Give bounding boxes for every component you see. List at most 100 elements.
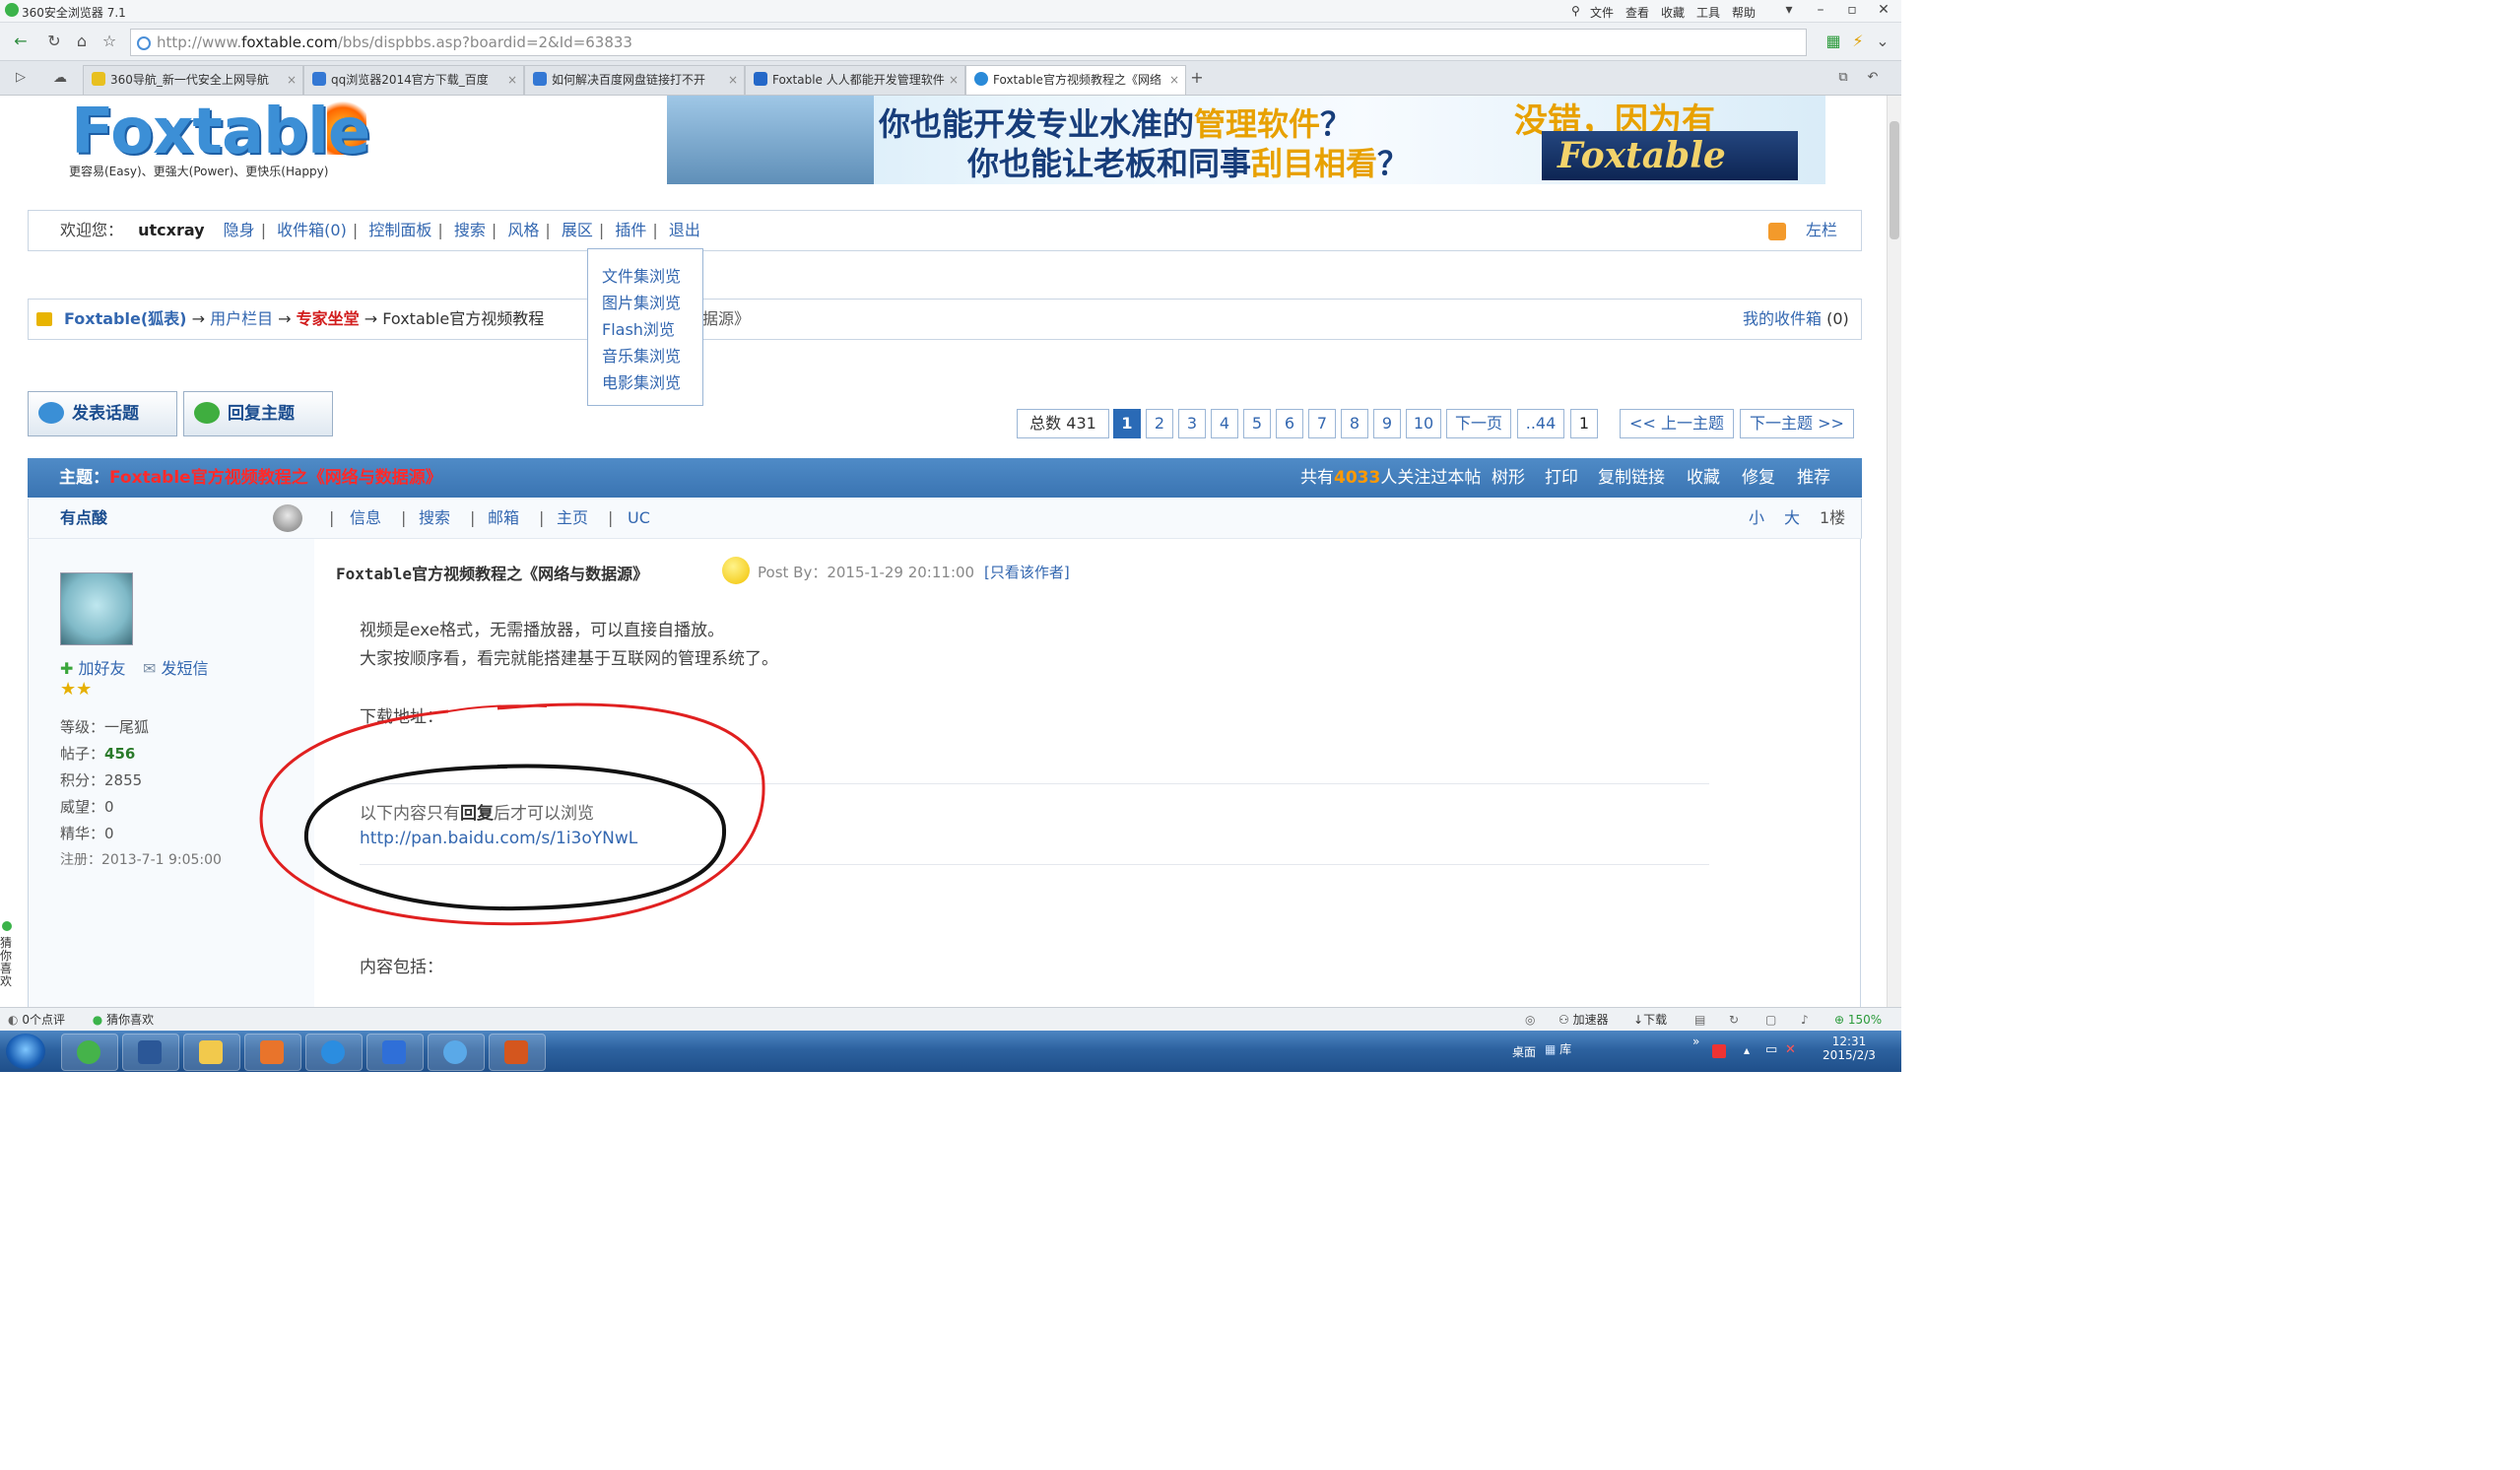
- skin-icon[interactable]: ▾: [1773, 0, 1805, 22]
- action-tree[interactable]: 树形: [1492, 458, 1525, 498]
- menu-file[interactable]: 文件: [1590, 4, 1614, 21]
- window-icon[interactable]: ▢: [1765, 1008, 1776, 1032]
- cloud-icon[interactable]: ☁: [49, 67, 71, 89]
- link-style[interactable]: 风格: [507, 221, 539, 239]
- page-4[interactable]: 4: [1211, 409, 1238, 438]
- breadcrumb-home[interactable]: Foxtable(狐表): [64, 309, 186, 328]
- action-repair[interactable]: 修复: [1742, 458, 1775, 498]
- author-homepage-link[interactable]: 主页: [557, 499, 588, 538]
- dropdown-flash[interactable]: Flash浏览: [602, 316, 675, 340]
- sidebar-toggle-icon[interactable]: ▷: [10, 67, 32, 89]
- tab-close-icon[interactable]: ×: [1169, 66, 1179, 94]
- zoom-level[interactable]: ⊕ 150%: [1834, 1008, 1882, 1032]
- reply-topic-button[interactable]: 回复主题: [183, 391, 333, 436]
- sound-icon[interactable]: ♪: [1801, 1008, 1809, 1032]
- send-message-link[interactable]: ✉ 发短信: [143, 655, 209, 679]
- dropdown-music[interactable]: 音乐集浏览: [602, 343, 681, 367]
- ad-banner[interactable]: 你也能开发专业水准的管理软件？ 你也能让老板和同事刮目相看？ 没错，因为有 Fo…: [667, 96, 1825, 184]
- foxtable-logo[interactable]: Foxtable 更容易(Easy)、更强大(Power)、更快乐(Happy): [61, 96, 372, 184]
- link-showcase[interactable]: 展区: [562, 221, 593, 239]
- tab-baidu-pan[interactable]: 如何解决百度网盘链接打不开 ×: [524, 65, 745, 95]
- author-info-link[interactable]: 信息: [350, 499, 381, 538]
- my-inbox[interactable]: 我的收件箱 (0): [1743, 300, 1849, 339]
- new-tab-icon[interactable]: +: [1186, 67, 1208, 89]
- link-logout[interactable]: 退出: [669, 221, 700, 239]
- menu-view[interactable]: 查看: [1625, 4, 1649, 21]
- taskbar-360-browser[interactable]: [61, 1034, 118, 1071]
- star-icon[interactable]: ☆: [99, 31, 120, 52]
- breadcrumb-expert-forum[interactable]: 专家坐堂: [297, 309, 360, 328]
- tray-s-icon[interactable]: [1712, 1044, 1726, 1058]
- scrollbar-thumb[interactable]: [1890, 121, 1899, 239]
- link-plugins[interactable]: 插件: [615, 221, 646, 239]
- menu-help[interactable]: 帮助: [1732, 4, 1756, 21]
- taskbar-qq-browser[interactable]: [305, 1034, 363, 1071]
- close-window-button[interactable]: ✕: [1868, 0, 1899, 22]
- link-invisible[interactable]: 隐身: [224, 221, 255, 239]
- url-dropdown-icon[interactable]: ⌄: [1872, 31, 1893, 52]
- minimize-button[interactable]: –: [1805, 0, 1836, 22]
- tab-close-icon[interactable]: ×: [728, 66, 738, 94]
- compat-mode-icon[interactable]: ▦: [1823, 31, 1844, 52]
- page-6[interactable]: 6: [1276, 409, 1303, 438]
- tab-close-icon[interactable]: ×: [287, 66, 297, 94]
- add-friend-link[interactable]: ✚ 加好友: [60, 655, 126, 679]
- link-inbox[interactable]: 收件箱(0): [277, 221, 347, 239]
- vertical-scrollbar[interactable]: [1887, 96, 1901, 1007]
- tab-foxtable-video[interactable]: Foxtable官方视频教程之《网络 ×: [965, 65, 1186, 95]
- new-topic-button[interactable]: 发表话题: [28, 391, 177, 436]
- taskbar-baidu[interactable]: [366, 1034, 424, 1071]
- author-search-link[interactable]: 搜索: [419, 499, 450, 538]
- prev-topic-button[interactable]: << 上一主题: [1620, 409, 1734, 438]
- dropdown-movies[interactable]: 电影集浏览: [602, 369, 681, 393]
- link-search[interactable]: 搜索: [454, 221, 486, 239]
- tab-foxtable-home[interactable]: Foxtable 人人都能开发管理软件 ×: [745, 65, 965, 95]
- library-toolbar[interactable]: ▦ 库: [1545, 1040, 1571, 1057]
- page-3[interactable]: 3: [1178, 409, 1206, 438]
- menu-tools[interactable]: 工具: [1696, 4, 1720, 21]
- undo-close-icon[interactable]: ↶: [1862, 67, 1884, 89]
- author-mail-link[interactable]: 邮箱: [488, 499, 519, 538]
- guess-you-like-status[interactable]: 猜你喜欢: [106, 1013, 154, 1027]
- translate-icon[interactable]: ▤: [1694, 1008, 1705, 1032]
- page-10[interactable]: 10: [1406, 409, 1441, 438]
- page-5[interactable]: 5: [1243, 409, 1271, 438]
- page-8[interactable]: 8: [1341, 409, 1368, 438]
- accelerator-button[interactable]: ⚇ 加速器: [1558, 1008, 1609, 1032]
- page-jump-input[interactable]: 1: [1570, 409, 1598, 438]
- taskbar-word[interactable]: [122, 1034, 179, 1071]
- tab-close-icon[interactable]: ×: [949, 66, 959, 94]
- tab-qq-browser[interactable]: qq浏览器2014官方下载_百度 ×: [303, 65, 524, 95]
- rss-icon[interactable]: [1768, 223, 1786, 240]
- taskbar-foxtable[interactable]: [244, 1034, 301, 1071]
- home-icon[interactable]: ⌂: [71, 31, 93, 52]
- taskbar-cloud[interactable]: [428, 1034, 485, 1071]
- taskbar-foxtable-2[interactable]: [489, 1034, 546, 1071]
- action-recommend[interactable]: 推荐: [1797, 458, 1830, 498]
- page-2[interactable]: 2: [1146, 409, 1173, 438]
- start-button[interactable]: [6, 1034, 45, 1069]
- only-author-link[interactable]: [只看该作者]: [984, 562, 1070, 582]
- url-input[interactable]: http://www.foxtable.com/bbs/dispbbs.asp?…: [130, 29, 1807, 56]
- network-tray-icon[interactable]: ▭: [1765, 1042, 1777, 1057]
- next-topic-button[interactable]: 下一主题 >>: [1740, 409, 1854, 438]
- speed-icon[interactable]: ⚡: [1847, 31, 1869, 52]
- menu-favorites[interactable]: 收藏: [1661, 4, 1685, 21]
- tab-close-icon[interactable]: ×: [507, 66, 517, 94]
- font-large-link[interactable]: 大: [1784, 499, 1800, 538]
- restore-tabs-icon[interactable]: ⧉: [1832, 67, 1854, 89]
- download-button[interactable]: ↓下载: [1633, 1008, 1667, 1032]
- dropdown-files[interactable]: 文件集浏览: [602, 263, 681, 287]
- page-1[interactable]: 1: [1113, 409, 1141, 438]
- breadcrumb-user-section[interactable]: 用户栏目: [210, 309, 273, 328]
- last-page-button[interactable]: ..44: [1517, 409, 1564, 438]
- volume-muted-icon[interactable]: ✕: [1785, 1042, 1796, 1057]
- page-9[interactable]: 9: [1373, 409, 1401, 438]
- comments-count[interactable]: 0个点评: [22, 1013, 65, 1027]
- author-uc-link[interactable]: UC: [628, 499, 650, 538]
- maximize-button[interactable]: ▫: [1836, 0, 1868, 22]
- author-avatar[interactable]: [60, 572, 133, 645]
- left-column-link[interactable]: 左栏: [1806, 211, 1837, 250]
- action-copy-link[interactable]: 复制链接: [1598, 458, 1665, 498]
- user-icon[interactable]: ⚲: [1571, 4, 1580, 18]
